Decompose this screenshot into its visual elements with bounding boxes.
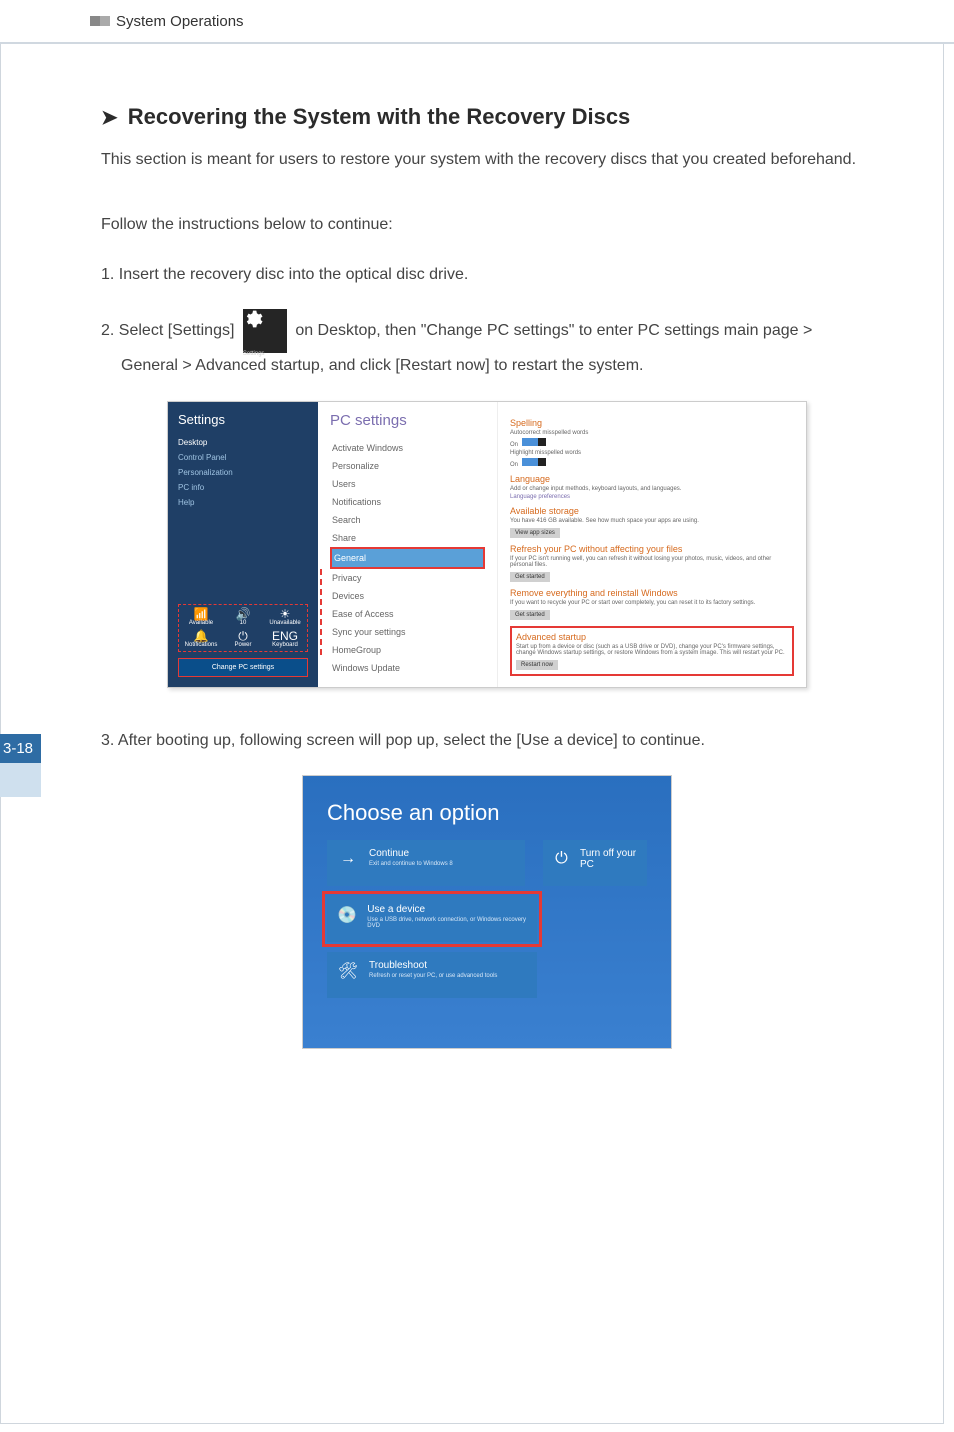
charm-link-control-panel[interactable]: Control Panel [178, 453, 308, 462]
nav-windows-update[interactable]: Windows Update [330, 659, 485, 677]
nav-activate-windows[interactable]: Activate Windows [330, 439, 485, 457]
page-content: 3-18 ➤ Recovering the System with the Rec… [0, 44, 944, 1424]
language-preferences-link[interactable]: Language preferences [510, 494, 794, 500]
nav-share[interactable]: Share [330, 529, 485, 547]
instruction-lead: Follow the instructions below to continu… [101, 213, 873, 238]
settings-charm-pane: Settings Desktop Control Panel Personali… [168, 402, 318, 687]
tile-troubleshoot[interactable]: 🛠 Troubleshoot Refresh or reset your PC,… [327, 952, 537, 998]
gear-icon [243, 309, 263, 329]
tile-troubleshoot-title: Troubleshoot [369, 960, 497, 971]
chapter-title: System Operations [110, 0, 258, 44]
change-pc-settings-button[interactable]: Change PC settings [178, 658, 308, 677]
nav-homegroup[interactable]: HomeGroup [330, 641, 485, 659]
tile-continue-title: Continue [369, 848, 453, 859]
tile-continue-sub: Exit and continue to Windows 8 [369, 861, 453, 867]
refresh-sub: If your PC isn't running well, you can r… [510, 556, 794, 568]
language-sub: Add or change input methods, keyboard la… [510, 486, 794, 492]
nav-devices[interactable]: Devices [330, 587, 485, 605]
pc-settings-detail: Spelling Autocorrect misspelled words On… [498, 402, 806, 687]
charm-link-pc-info[interactable]: PC info [178, 483, 308, 492]
chapter-header: System Operations [0, 0, 954, 44]
storage-heading: Available storage [510, 506, 794, 516]
highlight-toggle-row: On [510, 458, 794, 468]
nav-personalize[interactable]: Personalize [330, 457, 485, 475]
network-icon[interactable]: 📶Available [182, 608, 220, 626]
page-number-tab: 3-18 [0, 734, 41, 797]
choose-option-title: Choose an option [327, 800, 647, 826]
remove-heading: Remove everything and reinstall Windows [510, 588, 794, 598]
advanced-startup-sub: Start up from a device or disc (such as … [516, 644, 788, 656]
storage-sub: You have 416 GB available. See how much … [510, 518, 794, 524]
brightness-icon[interactable]: ☀Unavailable [266, 608, 304, 626]
autocorrect-toggle-row: On [510, 438, 794, 448]
pc-settings-nav: PC settings Activate Windows Personalize… [318, 402, 498, 687]
language-heading: Language [510, 474, 794, 484]
advanced-startup-heading: Advanced startup [516, 632, 788, 642]
page-number: 3-18 [0, 734, 41, 763]
nav-general[interactable]: General [330, 547, 485, 569]
tile-turn-off-title: Turn off your PC [580, 848, 637, 870]
arrow-right-icon: → [337, 848, 359, 870]
tile-use-a-device[interactable]: 💿 Use a device Use a USB drive, network … [327, 896, 537, 942]
nav-notifications[interactable]: Notifications [330, 493, 485, 511]
settings-tile-label: Settings [243, 351, 265, 357]
tile-continue[interactable]: → Continue Exit and continue to Windows … [327, 840, 525, 886]
tile-troubleshoot-sub: Refresh or reset your PC, or use advance… [369, 973, 497, 979]
disc-icon: 💿 [337, 904, 357, 926]
figure-choose-option: Choose an option → Continue Exit and con… [302, 775, 672, 1049]
spelling-heading: Spelling [510, 418, 794, 428]
step-2-text-a: 2. Select [Settings] [101, 322, 239, 339]
intro-paragraph: This section is meant for users to resto… [101, 148, 873, 173]
notifications-icon[interactable]: 🔔Notifications [182, 630, 220, 648]
nav-privacy[interactable]: Privacy [330, 569, 485, 587]
power-off-icon: ⏻ [553, 848, 570, 870]
charm-title: Settings [178, 412, 308, 427]
restart-now-button[interactable]: Restart now [516, 660, 558, 670]
step-3: 3. After booting up, following screen wi… [101, 728, 873, 754]
power-icon[interactable]: ⏻Power [224, 630, 262, 648]
tile-device-sub: Use a USB drive, network connection, or … [367, 917, 527, 929]
chapter-marker [90, 16, 110, 26]
tools-icon: 🛠 [337, 960, 359, 982]
advanced-startup-box: Advanced startup Start up from a device … [510, 626, 794, 676]
charm-quick-icons: 📶Available 🔊10 ☀Unavailable 🔔Notificatio… [178, 604, 308, 652]
keyboard-icon[interactable]: ENGKeyboard [266, 630, 304, 648]
nav-sync-settings[interactable]: Sync your settings [330, 623, 485, 641]
section-heading-text: Recovering the System with the Recovery … [128, 104, 631, 129]
figure-pc-settings: Settings Desktop Control Panel Personali… [167, 401, 807, 688]
charm-link-desktop[interactable]: Desktop [178, 438, 308, 447]
refresh-get-started-button[interactable]: Get started [510, 572, 550, 582]
refresh-heading: Refresh your PC without affecting your f… [510, 544, 794, 554]
tile-device-title: Use a device [367, 904, 527, 915]
volume-icon[interactable]: 🔊10 [224, 608, 262, 626]
tile-turn-off[interactable]: ⏻ Turn off your PC [543, 840, 647, 886]
autocorrect-label: Autocorrect misspelled words [510, 430, 794, 436]
settings-charm-tile: Settings [243, 309, 287, 353]
step-1: 1. Insert the recovery disc into the opt… [101, 262, 873, 288]
charm-link-help[interactable]: Help [178, 498, 308, 507]
autocorrect-toggle[interactable] [522, 438, 546, 446]
highlight-toggle[interactable] [522, 458, 546, 466]
pc-settings-title: PC settings [330, 412, 485, 429]
nav-search[interactable]: Search [330, 511, 485, 529]
highlight-label: Highlight misspelled words [510, 450, 794, 456]
section-heading: ➤ Recovering the System with the Recovery… [101, 104, 873, 130]
nav-ease-of-access[interactable]: Ease of Access [330, 605, 485, 623]
nav-users[interactable]: Users [330, 475, 485, 493]
step-2: 2. Select [Settings] Settings on Desktop… [101, 309, 873, 379]
remove-get-started-button[interactable]: Get started [510, 610, 550, 620]
remove-sub: If you want to recycle your PC or start … [510, 600, 794, 606]
arrow-icon: ➤ [101, 105, 118, 130]
view-app-sizes-button[interactable]: View app sizes [510, 528, 560, 538]
charm-link-personalization[interactable]: Personalization [178, 468, 308, 477]
